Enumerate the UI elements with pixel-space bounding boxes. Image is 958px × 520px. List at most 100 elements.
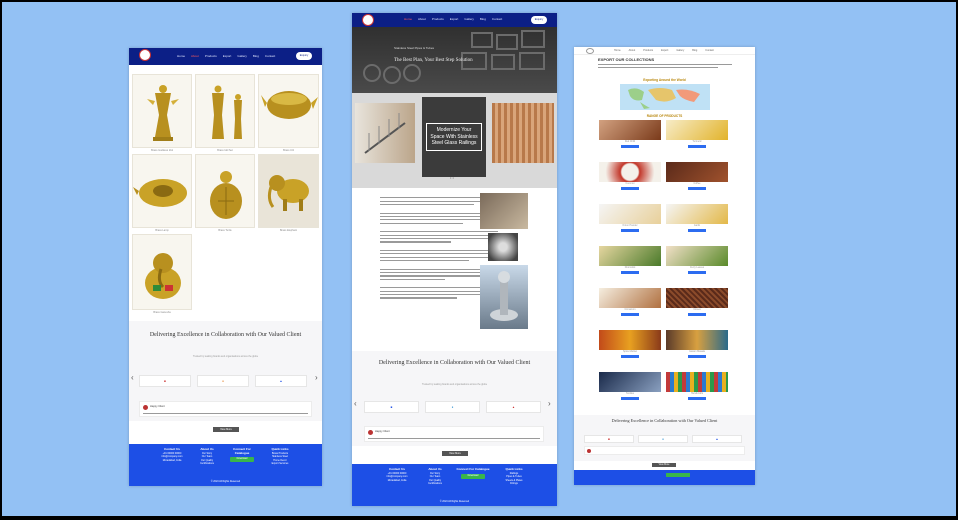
nav-item[interactable]: Gallery — [464, 17, 474, 21]
collab-subtitle: Trusted by leading brands and organisati… — [192, 355, 259, 358]
product-card[interactable]: Turmeric — [666, 120, 728, 148]
product-card[interactable]: Spice Market — [599, 330, 661, 358]
product-card[interactable]: Textiles — [599, 372, 661, 400]
nav-item[interactable]: Home — [614, 49, 621, 52]
nav-item[interactable]: About — [629, 49, 636, 52]
product-card[interactable]: Cloves — [666, 288, 728, 316]
enquire-button[interactable] — [621, 355, 639, 358]
nav-item[interactable]: Gallery — [676, 49, 684, 52]
stair-railing-icon — [364, 113, 406, 154]
carousel-prev-icon[interactable]: ‹ — [354, 399, 357, 408]
product-card[interactable]: Drumstick — [599, 246, 661, 274]
footer-line: Moradabad, India — [387, 478, 407, 482]
enquire-button[interactable] — [688, 229, 706, 232]
product-card[interactable]: Brass Urli — [258, 74, 319, 152]
right-navbar: Home About Products Export Gallery Blog … — [574, 47, 755, 55]
brass-goddess-idol-icon — [147, 85, 179, 141]
product-card[interactable]: Brass Idol Set — [195, 74, 255, 152]
product-name: Curry Leaves — [689, 266, 705, 269]
logo[interactable] — [362, 14, 374, 26]
product-card[interactable]: Garam Masala — [666, 330, 728, 358]
enquire-button[interactable] — [688, 355, 706, 358]
enquire-button[interactable] — [621, 187, 639, 190]
review-card: Happy Client — [364, 426, 544, 442]
product-card[interactable]: Coffee — [666, 162, 728, 190]
product-card[interactable]: Cinnamon — [599, 288, 661, 316]
product-card[interactable]: Brass Turtle — [195, 154, 255, 232]
product-card[interactable]: Coconut — [599, 162, 661, 190]
nav-item[interactable]: Contact — [705, 49, 714, 52]
product-card[interactable]: Brass Ganesha — [132, 234, 192, 314]
carousel-prev-icon[interactable]: ‹ — [131, 373, 134, 382]
logo[interactable] — [586, 48, 594, 54]
nav-item[interactable]: Export — [223, 54, 232, 58]
view-more-button[interactable]: View More — [213, 427, 239, 432]
nav-item[interactable]: Products — [205, 54, 217, 58]
range-title: RANGE OF PRODUCTS — [646, 114, 683, 118]
nav-item[interactable]: Gallery — [237, 54, 247, 58]
footer-link[interactable]: Fittings — [498, 482, 530, 486]
nav-item[interactable]: Home — [177, 54, 185, 58]
enquire-button[interactable] — [688, 145, 706, 148]
review-text — [143, 413, 308, 415]
carousel-next-icon[interactable]: › — [548, 399, 551, 408]
avatar — [368, 430, 373, 435]
download-catalogue-button[interactable]: Download — [461, 473, 485, 479]
product-card[interactable]: Onion Powder — [599, 204, 661, 232]
onion-powder-image — [599, 204, 661, 224]
footer-link[interactable]: Certifications — [422, 482, 448, 486]
download-catalogue-button[interactable]: Download — [230, 457, 254, 463]
nav-item[interactable]: Blog — [692, 49, 697, 52]
enquire-button[interactable] — [621, 313, 639, 316]
nav-item[interactable]: Export — [661, 49, 668, 52]
enquire-button[interactable] — [621, 271, 639, 274]
collab-heading: Delivering Excellence in Collaboration w… — [378, 360, 531, 366]
review-card: Happy Client — [139, 401, 312, 417]
hero-title: The Best Plan, Your Best Step Solution — [394, 58, 473, 63]
product-card[interactable]: Brass Lamp — [132, 154, 192, 232]
curry-leaves-image — [666, 246, 728, 266]
enquire-button[interactable] — [621, 397, 639, 400]
coffee-image — [666, 162, 728, 182]
footer-link[interactable]: Export Services — [265, 462, 295, 466]
product-name: Drumstick — [624, 266, 636, 269]
carousel-next-icon[interactable]: › — [315, 373, 318, 382]
product-card[interactable]: Handicrafts — [666, 372, 728, 400]
enquire-button[interactable] — [688, 313, 706, 316]
enquire-button[interactable] — [621, 145, 639, 148]
nav-item[interactable]: Home — [404, 17, 412, 21]
enquire-button[interactable] — [688, 187, 706, 190]
enquire-button[interactable] — [688, 271, 706, 274]
middle-page-screenshot: Home About Products Export Gallery Blog … — [352, 13, 557, 506]
enquire-button[interactable] — [621, 229, 639, 232]
enquire-button[interactable] — [688, 397, 706, 400]
nav-item[interactable]: About — [418, 17, 426, 21]
footer-link[interactable]: Certifications — [195, 462, 219, 466]
product-card[interactable]: Brass Elephant — [258, 154, 319, 232]
nav-item[interactable]: Blog — [253, 54, 259, 58]
client-logo: ● — [197, 375, 249, 387]
product-name: Garlic — [693, 224, 701, 227]
nav-item[interactable]: Products — [643, 49, 653, 52]
enquiry-button[interactable]: Enquiry — [531, 16, 547, 24]
enquiry-button[interactable]: Enquiry — [296, 52, 312, 60]
footer-cta-button[interactable] — [666, 473, 690, 477]
nav-item[interactable]: Products — [432, 17, 444, 21]
footer-about: About Us Our Story Our Team Our Quality … — [422, 467, 448, 486]
view-more-button[interactable]: View More — [652, 463, 676, 467]
product-card[interactable]: Brass Goddess Idol — [132, 74, 192, 152]
product-card[interactable]: Red Chilli — [599, 120, 661, 148]
nav-item[interactable]: Contact — [265, 54, 275, 58]
product-card[interactable]: Garlic — [666, 204, 728, 232]
nav-item[interactable]: Contact — [492, 17, 502, 21]
article-line — [380, 253, 498, 255]
nav-item[interactable]: About — [191, 54, 199, 58]
nav-item[interactable]: Export — [450, 17, 459, 21]
product-card[interactable]: Curry Leaves — [666, 246, 728, 274]
logo[interactable] — [139, 49, 151, 61]
collab-heading: Delivering Excellence in Collaboration w… — [611, 418, 718, 423]
nav-item[interactable]: Blog — [480, 17, 486, 21]
carousel-dots[interactable]: • • — [450, 175, 454, 180]
railing-photo-right — [492, 103, 554, 163]
view-more-button[interactable]: View More — [442, 451, 468, 456]
